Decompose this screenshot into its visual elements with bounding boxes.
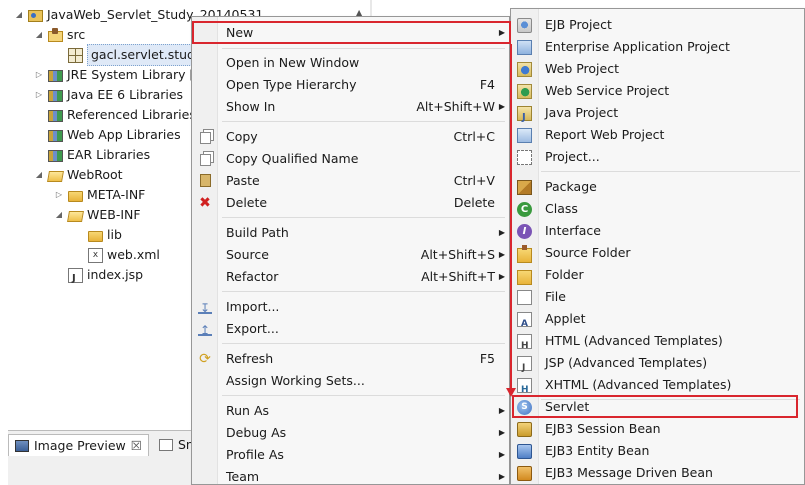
annotation-arrow [506,44,516,397]
